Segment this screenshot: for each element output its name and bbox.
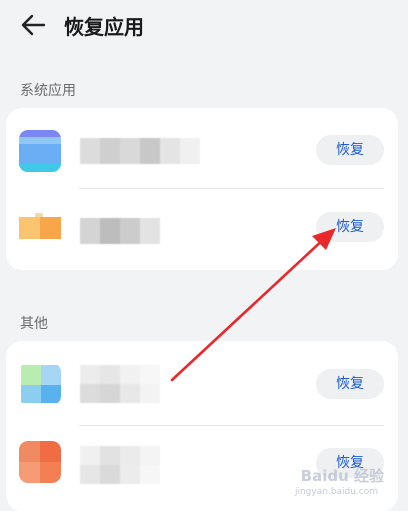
system-apps-card: 恢复 恢复 [6, 108, 398, 270]
orange-app-icon [19, 207, 61, 249]
red-orange-app-icon [19, 441, 61, 483]
section-title-system-apps: 系统应用 [20, 83, 76, 99]
app-name-redacted [80, 446, 160, 484]
header-bar: 恢复应用 [0, 0, 408, 52]
list-item: 恢复 [6, 343, 398, 421]
green-blue-app-icon [19, 363, 61, 405]
baidu-watermark: Baidu 经验 [300, 467, 384, 485]
back-button[interactable] [18, 10, 48, 40]
list-item: 恢复 [6, 110, 398, 188]
section-title-other: 其他 [20, 316, 48, 332]
restore-button[interactable]: 恢复 [316, 135, 384, 165]
restore-button[interactable]: 恢复 [316, 369, 384, 399]
app-name-redacted [80, 218, 160, 244]
page-title: 恢复应用 [64, 15, 144, 39]
blue-folder-app-icon [19, 130, 61, 172]
back-arrow-icon [21, 14, 46, 36]
restore-button[interactable]: 恢复 [316, 212, 384, 242]
app-name-redacted [80, 138, 200, 164]
baidu-watermark-url: jingyan.baidu.com [294, 487, 378, 497]
list-item: 恢复 [6, 189, 398, 267]
app-name-redacted [80, 365, 160, 403]
